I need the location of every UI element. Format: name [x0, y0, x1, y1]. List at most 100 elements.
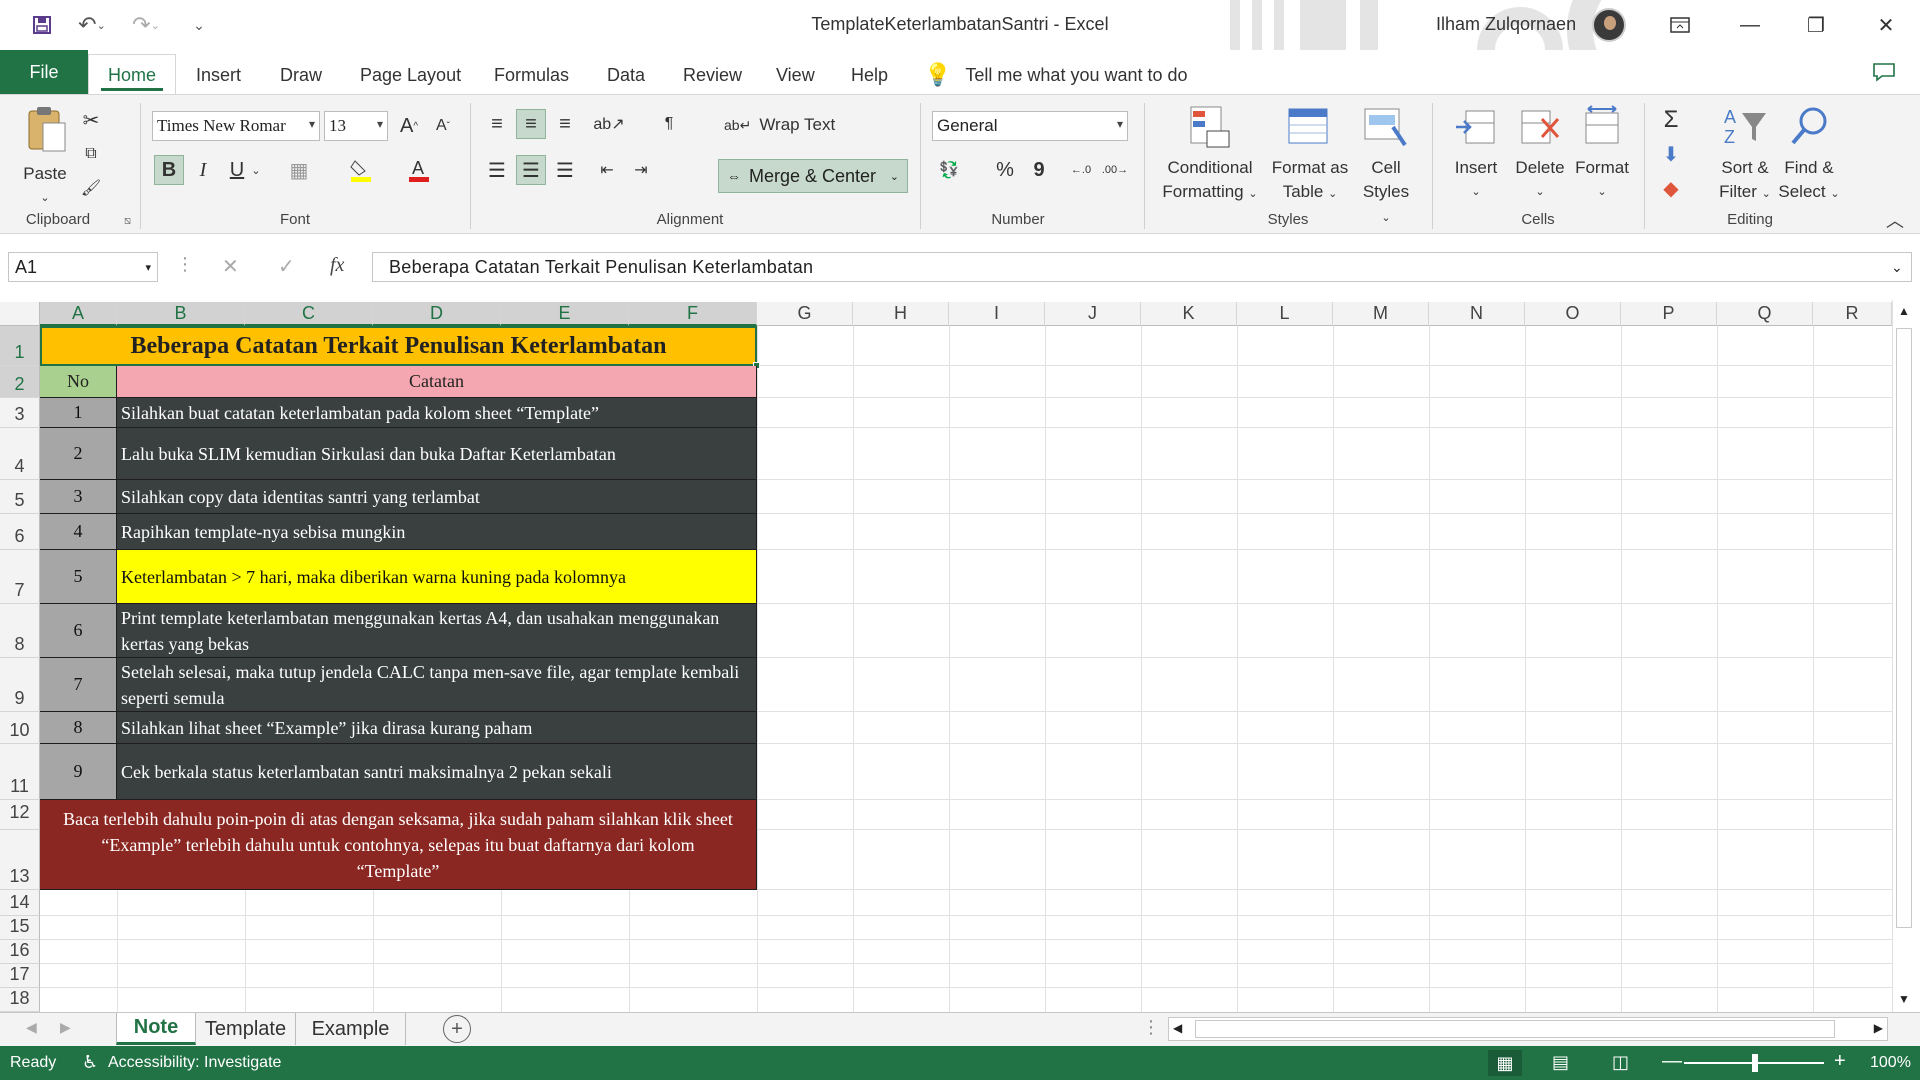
note-number-cell[interactable]: 8	[40, 712, 117, 744]
format-as-table-button[interactable]: Format as Table ⌄	[1262, 105, 1358, 206]
formula-input[interactable]: Beberapa Catatan Terkait Penulisan Keter…	[372, 252, 1912, 282]
font-name-select[interactable]: Times New Romar ▾	[152, 111, 320, 141]
zoom-out-icon[interactable]: —	[1662, 1050, 1682, 1073]
text-direction-icon[interactable]: ¶	[654, 109, 684, 139]
column-header[interactable]: H	[853, 302, 949, 326]
vertical-scrollbar[interactable]: ▲ ▼	[1892, 300, 1914, 1012]
insert-cells-button[interactable]: Insert ⌄	[1446, 105, 1506, 204]
user-name[interactable]: Ilham Zulqornaen	[1436, 14, 1576, 35]
align-right-icon[interactable]: ☰	[550, 155, 580, 185]
note-text-cell[interactable]: Lalu buka SLIM kemudian Sirkulasi dan bu…	[117, 428, 757, 480]
note-number-cell[interactable]: 7	[40, 658, 117, 712]
tab-draw[interactable]: Draw	[280, 56, 322, 94]
row-header[interactable]: 11	[0, 744, 40, 800]
note-number-cell[interactable]: 2	[40, 428, 117, 480]
footer-note-cell[interactable]: Baca terlebih dahulu poin-poin di atas d…	[40, 800, 757, 890]
row-header[interactable]: 9	[0, 658, 40, 712]
row-header[interactable]: 17	[0, 964, 40, 988]
tab-help[interactable]: Help	[851, 56, 888, 94]
clear-icon[interactable]: ◆	[1656, 173, 1686, 203]
accessibility-status[interactable]: Accessibility: Investigate	[108, 1054, 281, 1072]
sheet-tab-template[interactable]: Template	[196, 1013, 296, 1045]
row-header[interactable]: 8	[0, 604, 40, 658]
decrease-font-icon[interactable]: Aˇ	[428, 111, 458, 141]
row-header[interactable]: 2	[0, 366, 40, 398]
column-header[interactable]: B	[117, 302, 245, 326]
next-sheet-icon[interactable]: ▶	[60, 1019, 71, 1036]
normal-view-icon[interactable]: ▦	[1488, 1050, 1522, 1076]
fill-icon[interactable]: ⬇	[1656, 139, 1686, 169]
add-sheet-icon[interactable]: +	[443, 1015, 471, 1043]
format-painter-icon[interactable]: 🖌	[76, 173, 106, 203]
align-top-icon[interactable]: ≡	[482, 109, 512, 139]
note-text-cell[interactable]: Silahkan buat catatan keterlambatan pada…	[117, 398, 757, 428]
column-header[interactable]: G	[757, 302, 853, 326]
sort-filter-button[interactable]: AZ Sort & Filter ⌄	[1712, 105, 1778, 206]
row-header[interactable]: 16	[0, 940, 40, 964]
prev-sheet-icon[interactable]: ◀	[26, 1019, 37, 1036]
currency-icon[interactable]: 💱	[934, 155, 964, 185]
note-number-cell[interactable]: 4	[40, 514, 117, 550]
decrease-indent-icon[interactable]: ⇤	[592, 155, 622, 185]
row-header[interactable]: 15	[0, 916, 40, 940]
tab-formulas[interactable]: Formulas	[494, 56, 569, 94]
column-header[interactable]: R	[1813, 302, 1892, 326]
note-number-cell[interactable]: 6	[40, 604, 117, 658]
tell-me-search[interactable]: 💡 Tell me what you want to do	[924, 62, 1188, 88]
wrap-text-button[interactable]: ab↵ Wrap Text	[724, 113, 835, 137]
h-scroll-thumb[interactable]	[1195, 1020, 1835, 1038]
percent-button[interactable]: %	[990, 155, 1020, 185]
row-header[interactable]: 12	[0, 800, 40, 830]
note-text-cell-highlighted[interactable]: Keterlambatan > 7 hari, maka diberikan w…	[117, 550, 757, 604]
merge-center-button[interactable]: ⇔ Merge & Center ⌄	[718, 159, 908, 193]
tab-review[interactable]: Review	[683, 56, 742, 94]
align-bottom-icon[interactable]: ≡	[550, 109, 580, 139]
row-header[interactable]: 18	[0, 988, 40, 1012]
paste-button[interactable]: Paste ⌄	[14, 105, 76, 210]
scroll-down-icon[interactable]: ▼	[1898, 992, 1910, 1006]
row-header[interactable]: 10	[0, 712, 40, 744]
note-text-cell[interactable]: Silahkan copy data identitas santri yang…	[117, 480, 757, 514]
row-header[interactable]: 3	[0, 398, 40, 428]
column-header[interactable]: K	[1141, 302, 1237, 326]
tab-home[interactable]: Home	[88, 54, 176, 95]
comments-icon[interactable]	[1872, 62, 1896, 87]
font-color-icon[interactable]: A	[404, 155, 434, 185]
note-text-cell[interactable]: Cek berkala status keterlambatan santri …	[117, 744, 757, 800]
ribbon-display-options-icon[interactable]	[1660, 8, 1700, 42]
column-header[interactable]: D	[373, 302, 501, 326]
format-cells-button[interactable]: Format ⌄	[1572, 105, 1632, 204]
enter-icon[interactable]: ✓	[278, 254, 295, 279]
sheet-tab-example[interactable]: Example	[296, 1013, 406, 1045]
scroll-thumb[interactable]	[1896, 328, 1912, 928]
row-header[interactable]: 13	[0, 830, 40, 890]
horizontal-scrollbar[interactable]: ◀ ▶	[1168, 1017, 1888, 1041]
page-layout-view-icon[interactable]: ▤	[1552, 1052, 1569, 1073]
tab-insert[interactable]: Insert	[196, 56, 241, 94]
row-header[interactable]: 1	[0, 326, 40, 366]
accessibility-icon[interactable]: ♿	[82, 1052, 98, 1073]
note-text-cell[interactable]: Silahkan lihat sheet “Example” jika dira…	[117, 712, 757, 744]
column-header[interactable]: C	[245, 302, 373, 326]
tab-page-layout[interactable]: Page Layout	[360, 56, 461, 94]
row-header[interactable]: 7	[0, 550, 40, 604]
increase-indent-icon[interactable]: ⇥	[626, 155, 656, 185]
note-text-cell[interactable]: Rapihkan template-nya sebisa mungkin	[117, 514, 757, 550]
sheet-tab-note[interactable]: Note	[116, 1013, 196, 1045]
worksheet-grid[interactable]: A B C D E F G H I J K L M N O P Q R 1 2 …	[0, 296, 1920, 1012]
splitter-icon[interactable]: ⋮	[1142, 1017, 1160, 1038]
bold-button[interactable]: B	[154, 155, 184, 185]
find-select-button[interactable]: Find & Select ⌄	[1776, 105, 1842, 206]
note-text-cell[interactable]: Setelah selesai, maka tutup jendela CALC…	[117, 658, 757, 712]
scroll-right-icon[interactable]: ▶	[1874, 1021, 1883, 1035]
delete-cells-button[interactable]: Delete ⌄	[1510, 105, 1570, 204]
zoom-in-icon[interactable]: +	[1834, 1050, 1846, 1073]
align-middle-icon[interactable]: ≡	[516, 109, 546, 139]
column-header[interactable]: P	[1621, 302, 1717, 326]
column-header[interactable]: M	[1333, 302, 1429, 326]
comma-style-button[interactable]: 9	[1024, 155, 1054, 185]
tab-file[interactable]: File	[0, 50, 88, 94]
borders-icon[interactable]: ▦	[284, 155, 314, 185]
font-size-select[interactable]: 13 ▾	[324, 111, 388, 141]
insert-function-icon[interactable]: fx	[330, 254, 344, 277]
